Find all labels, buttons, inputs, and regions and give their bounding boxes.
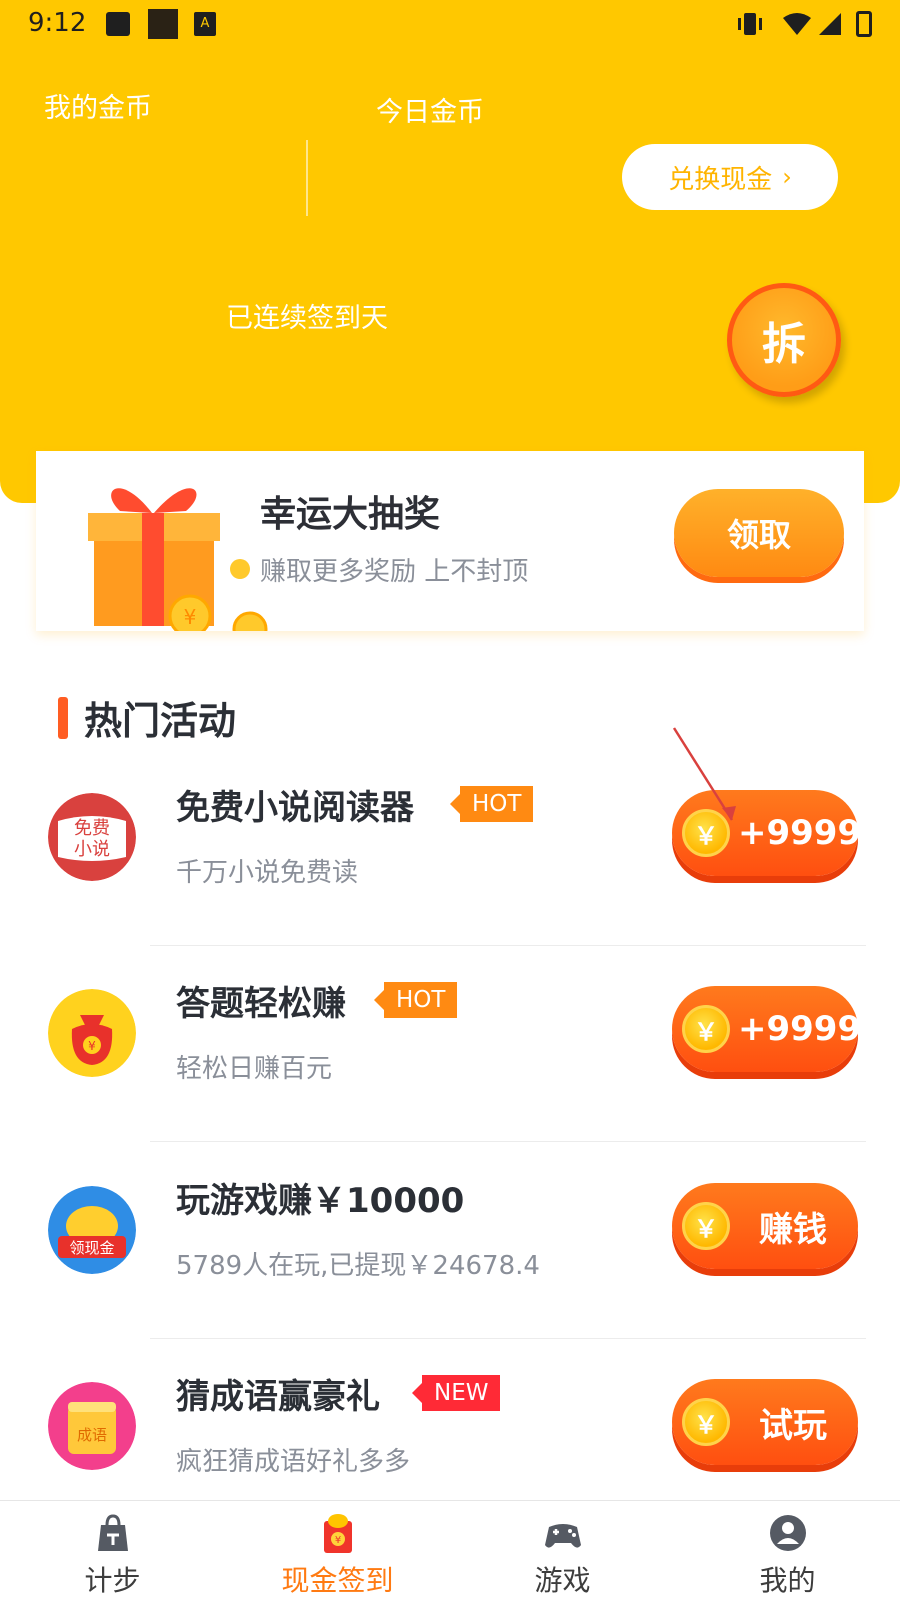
lottery-card[interactable]: ¥ 幸运大抽奖 赚取更多奖励 上不封顶 领取 [36, 451, 864, 631]
activity-title: 免费小说阅读器 [176, 788, 414, 828]
money-bag-icon: ¥ [48, 989, 136, 1077]
svg-text:成语: 成语 [77, 1426, 107, 1444]
svg-text:¥: ¥ [184, 605, 197, 629]
gamepad-icon [544, 1524, 581, 1548]
activity-row-game[interactable]: 领现金 玩游戏赚￥10000 5789人在玩,已提现￥24678.4 ￥ 赚钱 [0, 1143, 900, 1339]
svg-text:领现金: 领现金 [69, 1239, 114, 1257]
svg-text:¥: ¥ [88, 1039, 96, 1053]
claim-button[interactable]: 领取 [674, 489, 844, 577]
user-icon [769, 1515, 806, 1551]
wifi-icon [783, 13, 811, 35]
activity-reward-button[interactable]: ￥ +9999 [672, 986, 861, 1072]
gift-box-icon: ¥ [88, 488, 268, 631]
nav-label: 我的 [759, 1564, 816, 1597]
svg-text:¥: ¥ [334, 1535, 340, 1546]
novel-reader-icon: 免费 小说 [48, 793, 136, 881]
image-notification-icon [106, 12, 130, 36]
nav-label: 计步 [84, 1564, 141, 1597]
activity-subtitle: 千万小说免费读 [176, 858, 359, 888]
header-divider [306, 140, 308, 216]
red-envelope-icon: ¥ [323, 1514, 352, 1553]
activity-row-quiz[interactable]: ¥ 答题轻松赚 HOT 轻松日赚百元 ￥ +9999 [0, 946, 900, 1142]
activity-row-novel[interactable]: 免费 小说 免费小说阅读器 HOT 千万小说免费读 ￥ +9999 [0, 750, 900, 946]
nav-tab-cash-signin[interactable]: ¥ 现金签到 [225, 1501, 450, 1600]
svg-text:小说: 小说 [74, 839, 110, 860]
lottery-title: 幸运大抽奖 [260, 494, 441, 535]
chevron-right-icon: › [782, 163, 792, 191]
signed-days-text: 已连续签到天 [226, 303, 388, 334]
section-title: 热门活动 [84, 699, 237, 743]
nav-tab-mine[interactable]: 我的 [675, 1501, 900, 1600]
coin-icon: ￥ [682, 1398, 730, 1446]
my-coins-label: 我的金币 [44, 93, 152, 124]
exchange-cash-button[interactable]: 兑换现金 › [622, 144, 838, 210]
font-notification-icon: A [194, 12, 216, 36]
section-accent-bar [58, 697, 68, 739]
nav-tab-games[interactable]: 游戏 [450, 1501, 675, 1600]
signal-icon [819, 13, 841, 35]
open-envelope-button[interactable]: 拆 [727, 283, 841, 397]
status-bar: 9:12 A [0, 0, 900, 48]
hot-badge: HOT [449, 786, 534, 822]
activity-reward-button[interactable]: ￥ 试玩 [672, 1379, 858, 1465]
nav-label: 现金签到 [281, 1564, 394, 1597]
open-button-label: 拆 [762, 319, 806, 370]
activity-title: 答题轻松赚 [176, 984, 346, 1024]
activity-button-label: 赚钱 [759, 1209, 827, 1250]
svg-text:免费: 免费 [74, 818, 110, 839]
activity-button-label: 试玩 [759, 1405, 827, 1446]
exchange-cash-label: 兑换现金 [668, 164, 773, 195]
activity-title: 玩游戏赚￥10000 [176, 1181, 465, 1221]
annotation-arrow-icon [672, 727, 736, 821]
activity-button-label: +9999 [738, 813, 862, 853]
activity-subtitle: 5789人在玩,已提现￥24678.4 [176, 1251, 540, 1281]
vibrate-icon [738, 13, 762, 35]
new-badge: NEW [411, 1375, 501, 1411]
steps-bag-icon [97, 1514, 128, 1551]
idiom-scroll-icon: 成语 [48, 1382, 136, 1470]
coin-icon: ￥ [682, 1005, 730, 1053]
header-panel: 9:12 A 我的金币 今日金币 兑换现金 › 已连续签到天 拆 [0, 0, 900, 503]
activity-subtitle: 疯狂猜成语好礼多多 [176, 1447, 411, 1477]
bottom-nav: 计步 ¥ 现金签到 游戏 我的 [0, 1500, 900, 1600]
nav-label: 游戏 [534, 1564, 591, 1597]
app-notification-icon [148, 9, 178, 39]
activity-title: 猜成语赢豪礼 [176, 1377, 380, 1417]
activity-subtitle: 轻松日赚百元 [176, 1054, 333, 1084]
row-divider [150, 1141, 866, 1142]
hot-badge: HOT [373, 982, 458, 1018]
today-coins-label: 今日金币 [376, 97, 484, 128]
activity-reward-button[interactable]: ￥ 赚钱 [672, 1183, 858, 1269]
cash-pig-icon: 领现金 [48, 1186, 136, 1274]
battery-icon [856, 11, 872, 37]
coin-icon: ￥ [682, 1202, 730, 1250]
nav-tab-steps[interactable]: 计步 [0, 1501, 225, 1600]
activity-button-label: +9999 [738, 1009, 862, 1049]
lottery-subtitle: 赚取更多奖励 上不封顶 [260, 557, 529, 587]
status-time: 9:12 [28, 8, 87, 38]
